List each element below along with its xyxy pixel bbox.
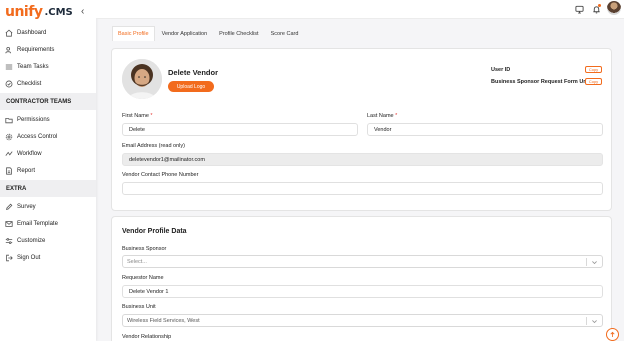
monitor-icon[interactable] bbox=[573, 3, 585, 15]
logo-suffix: .CMS bbox=[44, 6, 73, 18]
sidebar-section-contractor-teams: CONTRACTOR TEAMS bbox=[0, 93, 96, 110]
sidebar-item-label: Report bbox=[17, 167, 36, 174]
scroll-to-top-button[interactable] bbox=[606, 328, 619, 341]
sidebar-item-label: Permissions bbox=[17, 116, 50, 123]
section-title: Vendor Profile Data bbox=[122, 228, 187, 235]
sidebar-item-workflow[interactable]: Workflow bbox=[0, 145, 96, 162]
profile-tabs: Basic Profile Vendor Application Profile… bbox=[112, 26, 305, 41]
tab-vendor-application[interactable]: Vendor Application bbox=[157, 26, 213, 41]
select-divider bbox=[586, 258, 587, 266]
sidebar-item-label: Survey bbox=[17, 203, 36, 210]
avatar[interactable] bbox=[607, 1, 621, 15]
vendor-relationship-label: Vendor Relationship bbox=[122, 334, 172, 340]
phone-label: Vendor Contact Phone Number bbox=[122, 172, 199, 178]
mail-icon bbox=[5, 220, 13, 228]
sidebar-item-customize[interactable]: Customize bbox=[0, 232, 96, 249]
sidebar-section-extra: EXTRA bbox=[0, 180, 96, 197]
tab-score-card[interactable]: Score Card bbox=[266, 26, 304, 41]
sidebar-item-label: Email Template bbox=[17, 220, 58, 227]
sidebar-item-report[interactable]: Report bbox=[0, 162, 96, 179]
required-mark: * bbox=[395, 113, 398, 119]
email-field: deletevendor1@mailinator.com bbox=[122, 153, 603, 166]
bell-icon[interactable] bbox=[590, 3, 602, 15]
sidebar-item-requirements[interactable]: Requirements bbox=[0, 41, 96, 58]
sidebar-item-label: Sign Out bbox=[17, 254, 41, 261]
sidebar-item-access-control[interactable]: Access Control bbox=[0, 128, 96, 145]
first-name-label-text: First Name bbox=[122, 113, 149, 119]
vendor-profile-data-card: Vendor Profile Data Business Sponsor Sel… bbox=[111, 216, 612, 341]
business-unit-label: Business Unit bbox=[122, 304, 156, 310]
tab-basic-profile[interactable]: Basic Profile bbox=[112, 26, 155, 41]
last-name-label-text: Last Name bbox=[367, 113, 394, 119]
folder-icon bbox=[5, 116, 13, 124]
tab-profile-checklist[interactable]: Profile Checklist bbox=[214, 26, 263, 41]
sidebar-item-permissions[interactable]: Permissions bbox=[0, 111, 96, 128]
sidebar-item-label: Access Control bbox=[17, 133, 58, 140]
sidebar-item-team-tasks[interactable]: Team Tasks bbox=[0, 58, 96, 75]
chevron-down-icon bbox=[592, 261, 597, 265]
sidebar-item-survey[interactable]: Survey bbox=[0, 198, 96, 215]
gear-icon bbox=[5, 133, 13, 141]
business-sponsor-placeholder: Select... bbox=[127, 258, 147, 265]
tasks-icon bbox=[5, 63, 13, 71]
brand-logo[interactable]: unify .CMS bbox=[5, 4, 73, 20]
sidebar-item-dashboard[interactable]: Dashboard bbox=[0, 24, 96, 41]
requestor-name-label: Requestor Name bbox=[122, 275, 164, 281]
sidebar: unify .CMS ‹ Dashboard Requirements Team… bbox=[0, 0, 96, 341]
vendor-name: Delete Vendor bbox=[168, 68, 219, 77]
chevron-down-icon bbox=[592, 320, 597, 324]
bsrf-url-label: Business Sponsor Request Form Url bbox=[491, 79, 587, 85]
sidebar-item-email-template[interactable]: Email Template bbox=[0, 215, 96, 232]
logo-text: unify bbox=[5, 4, 43, 20]
sliders-icon bbox=[5, 237, 13, 245]
check-circle-icon bbox=[5, 80, 13, 88]
last-name-field[interactable]: Vendor bbox=[367, 123, 603, 136]
sidebar-item-label: Team Tasks bbox=[17, 63, 49, 70]
notification-dot bbox=[598, 4, 601, 7]
top-bar bbox=[96, 0, 624, 19]
sidebar-item-sign-out[interactable]: Sign Out bbox=[0, 249, 96, 266]
arrow-up-icon bbox=[610, 331, 615, 337]
workflow-icon bbox=[5, 150, 13, 158]
business-unit-value: Wireless Field Services, West bbox=[127, 317, 200, 324]
upload-logo-button[interactable]: Upload Logo bbox=[168, 81, 214, 92]
copy-bsrf-url-button[interactable]: Copy bbox=[585, 78, 602, 85]
users-icon bbox=[5, 46, 13, 54]
last-name-label: Last Name * bbox=[367, 113, 397, 119]
user-id-label: User ID bbox=[491, 67, 511, 73]
select-divider bbox=[586, 317, 587, 325]
business-sponsor-label: Business Sponsor bbox=[122, 246, 167, 252]
document-icon bbox=[5, 166, 13, 175]
required-mark: * bbox=[150, 113, 153, 119]
sidebar-item-checklist[interactable]: Checklist bbox=[0, 75, 96, 92]
vendor-avatar bbox=[122, 59, 162, 99]
chevron-left-icon[interactable]: ‹ bbox=[81, 6, 84, 17]
first-name-label: First Name * bbox=[122, 113, 153, 119]
sidebar-item-label: Checklist bbox=[17, 80, 42, 87]
sidebar-item-label: Workflow bbox=[17, 150, 42, 157]
phone-field[interactable] bbox=[122, 182, 603, 195]
home-icon bbox=[5, 29, 13, 37]
sidebar-nav: Dashboard Requirements Team Tasks Checkl… bbox=[0, 24, 96, 266]
logout-icon bbox=[5, 254, 13, 262]
first-name-field[interactable]: Delete bbox=[122, 123, 358, 136]
sidebar-item-label: Requirements bbox=[17, 46, 55, 53]
requestor-name-field[interactable]: Delete Vendor 1 bbox=[122, 285, 603, 298]
email-label: Email Address (read only) bbox=[122, 143, 185, 149]
sidebar-item-label: Dashboard bbox=[17, 29, 47, 36]
pencil-icon bbox=[5, 203, 13, 211]
business-sponsor-select[interactable]: Select... bbox=[122, 255, 603, 268]
sidebar-item-label: Customize bbox=[17, 237, 46, 244]
business-unit-select[interactable]: Wireless Field Services, West bbox=[122, 314, 603, 327]
basic-profile-card: Delete Vendor Upload Logo User ID Copy B… bbox=[111, 48, 612, 211]
copy-user-id-button[interactable]: Copy bbox=[585, 66, 602, 73]
